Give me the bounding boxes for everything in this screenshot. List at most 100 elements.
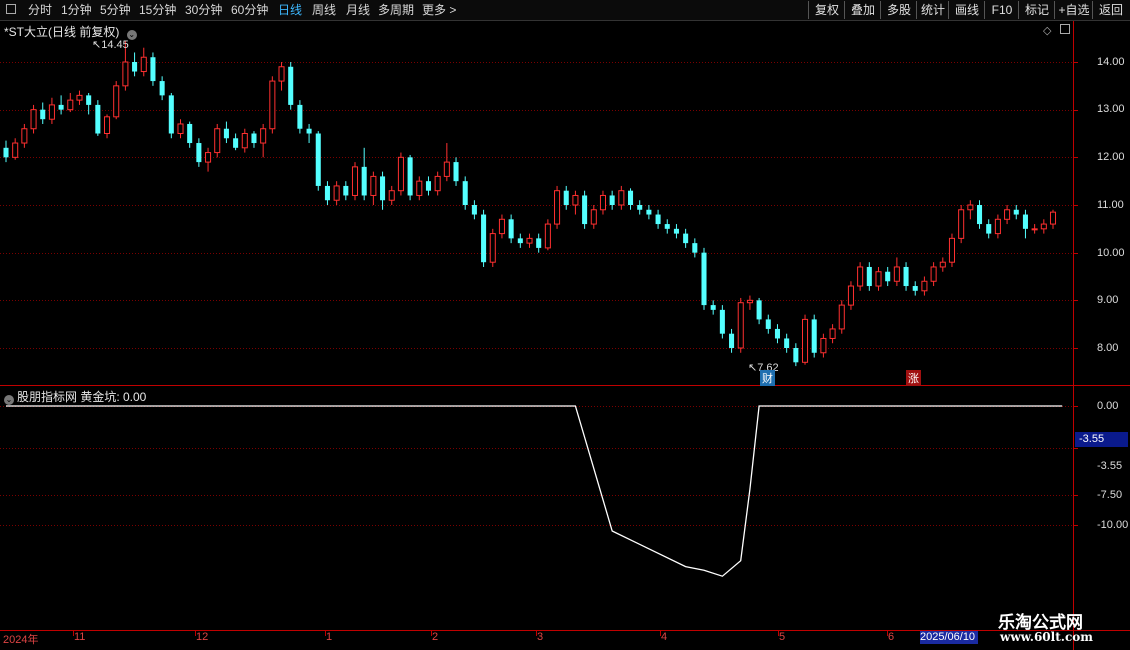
candle-down — [150, 57, 156, 82]
candle-up — [948, 237, 955, 263]
indicator-y-tick: 0.00 — [1097, 400, 1119, 412]
y-tick: 12.00 — [1097, 151, 1125, 163]
candle-down — [315, 133, 321, 186]
candle-down — [701, 252, 707, 306]
candle-down — [609, 195, 615, 205]
candle-up — [930, 266, 937, 282]
candle-down — [132, 62, 138, 72]
candle-down — [462, 181, 468, 205]
candle-up — [370, 175, 377, 196]
candle-down — [793, 348, 799, 363]
candle-down — [288, 66, 294, 105]
limit-up-badge[interactable]: 涨 — [906, 370, 921, 386]
candle-up — [113, 85, 120, 118]
candle-up — [921, 280, 928, 292]
candle-down — [811, 319, 817, 353]
candle-up — [1031, 228, 1038, 231]
candle-up — [875, 271, 882, 287]
candle-up — [544, 223, 551, 249]
x-tick: 6 — [888, 631, 895, 643]
candle-down — [481, 214, 487, 263]
candle-up — [893, 266, 900, 282]
candle-down — [986, 224, 992, 234]
y-tick: 11.00 — [1097, 199, 1124, 211]
candle-down — [664, 224, 670, 229]
candle-down — [692, 243, 698, 253]
y-tick: 13.00 — [1097, 103, 1125, 115]
candle-up — [67, 99, 74, 111]
candle-down — [196, 143, 202, 163]
candle-up — [30, 109, 37, 130]
candle-up — [737, 302, 744, 349]
candle-up — [205, 152, 212, 163]
golden-pit-line — [6, 405, 1063, 577]
candle-up — [958, 209, 965, 239]
candle-up — [1004, 209, 1011, 220]
candle-down — [251, 133, 257, 144]
candle-up — [76, 94, 83, 101]
candle-down — [729, 333, 735, 348]
candle-down — [903, 266, 909, 287]
x-tick: 4 — [661, 631, 668, 643]
candle-up — [122, 61, 129, 87]
candle-down — [673, 228, 679, 234]
current-value-badge: -3.55 — [1075, 432, 1128, 447]
x-tick: 1 — [326, 631, 333, 643]
candle-up — [260, 128, 267, 144]
candle-up — [590, 209, 597, 225]
candle-down — [159, 81, 165, 96]
candle-down — [756, 300, 762, 320]
candle-up — [1040, 223, 1047, 230]
candle-down — [508, 219, 514, 239]
candle-down — [536, 238, 542, 248]
candle-down — [361, 166, 367, 196]
candle-down — [646, 209, 652, 215]
x-tick: 3 — [537, 631, 544, 643]
x-tick: 2024年 — [3, 634, 39, 646]
candle-up — [12, 142, 19, 158]
x-tick: 2 — [432, 631, 439, 643]
candle-up — [269, 80, 276, 130]
candle-down — [343, 185, 349, 196]
y-tick: 9.00 — [1097, 294, 1119, 306]
candle-down — [866, 266, 872, 287]
indicator-y-tick: -3.55 — [1097, 460, 1123, 472]
candle-down — [563, 190, 569, 205]
x-tick: 12 — [196, 631, 209, 643]
candle-up — [177, 123, 184, 134]
finance-event-badge[interactable]: 财 — [760, 370, 775, 386]
candle-down — [683, 233, 689, 244]
candle-up — [820, 337, 827, 354]
candle-down — [774, 328, 780, 339]
candle-down — [471, 205, 477, 215]
candle-down — [40, 109, 46, 120]
candle-down — [223, 128, 229, 139]
candle-down — [3, 147, 9, 158]
chevron-down-icon[interactable]: ⌄ — [4, 395, 14, 405]
cursor-date-label: 2025/06/10 — [920, 631, 978, 644]
candle-up — [746, 299, 753, 304]
candle-up — [278, 66, 285, 82]
indicator-y-tick: -7.50 — [1097, 489, 1123, 501]
candle-down — [628, 190, 634, 205]
candle-up — [838, 304, 845, 330]
diamond-icon[interactable]: ◇ — [1043, 24, 1051, 37]
panel-toggle-icon[interactable] — [1060, 24, 1070, 34]
candle-down — [784, 338, 790, 348]
candle-down — [582, 195, 588, 225]
x-tick: 5 — [779, 631, 786, 643]
kline-chart-canvas[interactable] — [0, 0, 1130, 650]
candle-up — [572, 194, 579, 206]
candle-up — [333, 185, 340, 201]
candle-up — [241, 133, 248, 149]
candle-up — [214, 128, 221, 154]
candle-down — [719, 309, 725, 334]
candle-up — [847, 285, 854, 306]
candle-up — [526, 237, 533, 244]
candle-up — [618, 190, 625, 206]
candle-up — [48, 104, 55, 120]
y-tick: 10.00 — [1097, 247, 1125, 259]
candle-up — [489, 233, 496, 263]
candle-down — [885, 271, 891, 282]
candle-up — [939, 261, 946, 268]
